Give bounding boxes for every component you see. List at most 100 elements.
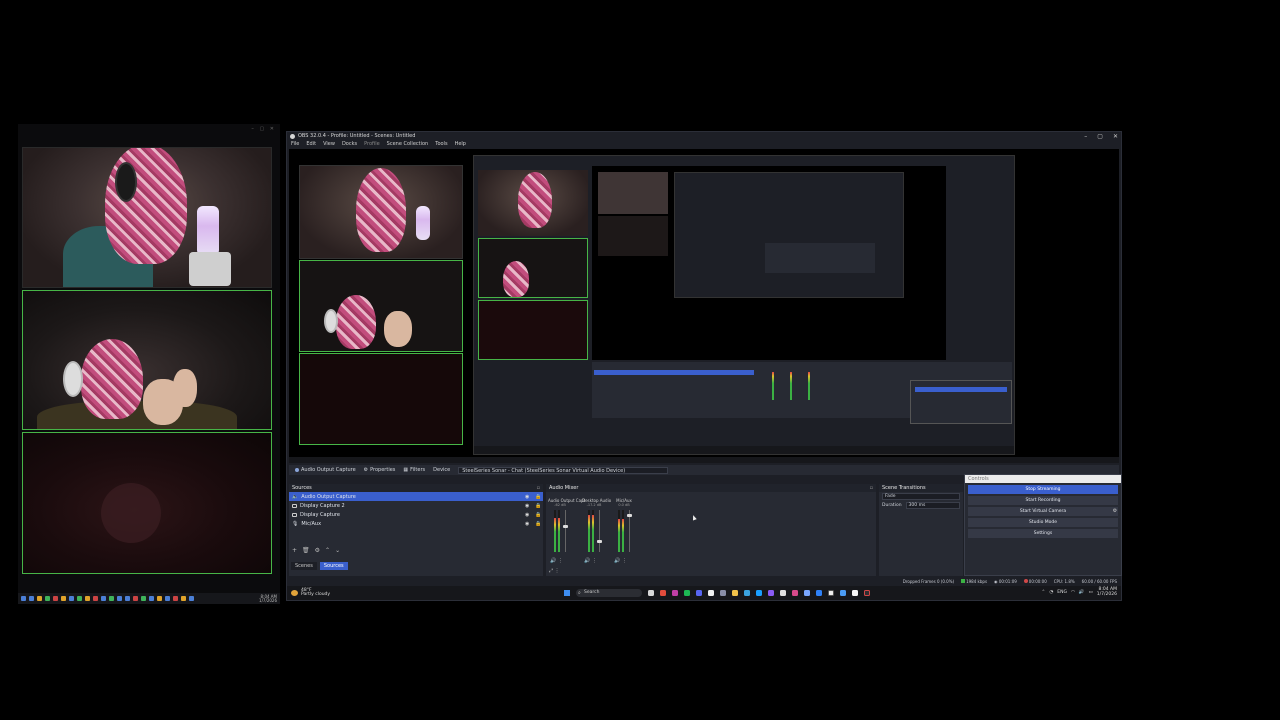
source-item[interactable]: Display Capture ◉ 🔒 (289, 510, 543, 519)
minimize-icon[interactable]: – (1084, 133, 1087, 140)
spotify-icon[interactable] (684, 590, 690, 596)
settings-button[interactable]: Settings (968, 529, 1118, 538)
app-icon[interactable] (93, 596, 98, 601)
close-icon[interactable]: ✕ (1113, 133, 1118, 140)
fader-knob[interactable] (563, 524, 568, 528)
app-icon[interactable] (189, 596, 194, 601)
move-down-icon[interactable]: ⌄ (335, 547, 340, 554)
app-icon[interactable] (157, 596, 162, 601)
visibility-icon[interactable]: ◉ (525, 512, 530, 517)
app-icon[interactable] (125, 596, 130, 601)
advanced-audio-icon[interactable]: ⤢ (549, 568, 553, 574)
brave-icon[interactable] (660, 590, 666, 596)
more-icon[interactable]: ⋮ (592, 558, 597, 564)
gear-icon[interactable]: ⚙ (315, 547, 320, 554)
volume-fader[interactable] (627, 510, 632, 552)
more-icon[interactable]: ⋮ (555, 568, 560, 574)
menu-view[interactable]: View (323, 141, 335, 147)
stop-streaming-button[interactable]: Stop Streaming (968, 485, 1118, 494)
dock-undock-icon[interactable]: ▫ (870, 484, 873, 492)
menu-edit[interactable]: Edit (306, 141, 316, 147)
app-icon[interactable] (29, 596, 34, 601)
menu-file[interactable]: File (291, 141, 299, 147)
menu-help[interactable]: Help (455, 141, 466, 147)
app-icon[interactable] (141, 596, 146, 601)
windows-start-icon[interactable] (564, 590, 570, 596)
app-icon[interactable] (780, 590, 786, 596)
app-icon[interactable] (173, 596, 178, 601)
app-icon[interactable] (101, 596, 106, 601)
source-item[interactable]: 🎙 Mic/Aux ◉ 🔒 (289, 519, 543, 528)
speaker-icon[interactable]: 🔊 (550, 558, 556, 564)
more-icon[interactable]: ⋮ (622, 558, 627, 564)
source-item[interactable]: 🔈 Audio Output Capture ◉ 🔒 (289, 492, 543, 501)
battery-icon[interactable]: ▭ (1089, 590, 1093, 595)
fader-knob[interactable] (597, 540, 602, 544)
move-up-icon[interactable]: ⌃ (325, 547, 330, 554)
app-icon[interactable] (53, 596, 58, 601)
transition-select[interactable]: Fade (882, 493, 960, 500)
app-icon[interactable] (768, 590, 774, 596)
maximize-icon[interactable]: ▢ (1097, 133, 1103, 140)
volume-fader[interactable] (563, 510, 568, 552)
app-icon[interactable] (720, 590, 726, 596)
weather-widget[interactable]: 48°F Partly cloudy (291, 588, 330, 597)
app-icon[interactable] (165, 596, 170, 601)
start-recording-button[interactable]: Start Recording (968, 496, 1118, 505)
speaker-icon[interactable]: 🔊 (614, 558, 620, 564)
duration-input[interactable]: 300 ms (905, 502, 960, 509)
visibility-icon[interactable]: ◉ (525, 521, 530, 526)
volume-icon[interactable]: 🔊 (1079, 590, 1085, 595)
menu-scene-collection[interactable]: Scene Collection (387, 141, 429, 147)
menu-profile[interactable]: Profile (364, 141, 380, 147)
left-clock[interactable]: 8:04 AM 1/7/2026 (259, 594, 277, 603)
language-indicator[interactable]: ENG (1057, 590, 1067, 595)
lock-icon[interactable]: 🔒 (535, 503, 541, 508)
lock-icon[interactable]: 🔒 (535, 521, 541, 526)
app-icon[interactable] (117, 596, 122, 601)
app-icon[interactable] (816, 590, 822, 596)
app-icon[interactable] (45, 596, 50, 601)
app-icon[interactable] (61, 596, 66, 601)
gear-icon[interactable]: ⚙ (1111, 507, 1119, 516)
menu-tools[interactable]: Tools (435, 141, 447, 147)
lock-icon[interactable]: 🔒 (535, 512, 541, 517)
app-icon[interactable] (744, 590, 750, 596)
visibility-icon[interactable]: ◉ (525, 494, 530, 499)
app-icon[interactable] (85, 596, 90, 601)
app-icon[interactable] (828, 590, 834, 596)
fader-knob[interactable] (627, 514, 632, 518)
tab-scenes[interactable]: Scenes (291, 562, 317, 570)
app-icon[interactable] (37, 596, 42, 601)
app-icon[interactable] (77, 596, 82, 601)
file-explorer-icon[interactable] (732, 590, 738, 596)
source-item[interactable]: Display Capture 2 ◉ 🔒 (289, 501, 543, 510)
app-icon[interactable] (804, 590, 810, 596)
taskbar-search[interactable]: Search (576, 589, 642, 597)
obs-icon[interactable] (864, 590, 870, 596)
app-icon[interactable] (69, 596, 74, 601)
preview-canvas[interactable] (289, 149, 1119, 463)
visibility-icon[interactable]: ◉ (525, 503, 530, 508)
app-icon[interactable] (792, 590, 798, 596)
dock-undock-icon[interactable]: ▫ (537, 484, 540, 492)
panel-window-controls[interactable]: – ▢ ✕ (251, 126, 276, 132)
tab-sources[interactable]: Sources (319, 562, 348, 570)
wifi-icon[interactable]: ◠ (1071, 590, 1075, 595)
device-select[interactable]: SteelSeries Sonar - Chat (SteelSeries So… (458, 466, 669, 474)
settings-icon[interactable] (708, 590, 714, 596)
more-icon[interactable]: ⋮ (558, 558, 563, 564)
app-icon[interactable] (149, 596, 154, 601)
filters-button[interactable]: ▦ Filters (403, 467, 425, 473)
add-icon[interactable]: + (292, 547, 297, 554)
menu-docks[interactable]: Docks (342, 141, 357, 147)
app-icon[interactable] (672, 590, 678, 596)
start-virtual-camera-button[interactable]: Start Virtual Camera ⚙ (968, 507, 1118, 516)
app-icon[interactable] (109, 596, 114, 601)
volume-fader[interactable] (597, 510, 602, 552)
network-icon[interactable]: ◔ (1049, 590, 1053, 595)
chevron-up-icon[interactable]: ⌃ (1042, 590, 1046, 595)
app-icon[interactable] (852, 590, 858, 596)
properties-button[interactable]: ⚙ Properties (364, 467, 396, 473)
task-view-icon[interactable] (648, 590, 654, 596)
